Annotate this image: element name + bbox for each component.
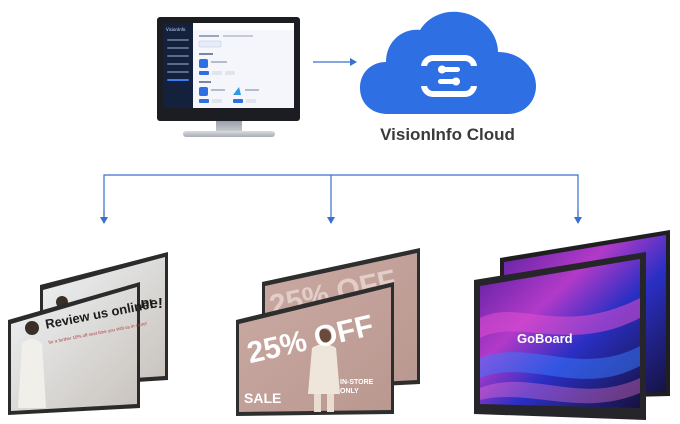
cloud-icon (360, 11, 536, 115)
display-group-right (474, 230, 670, 420)
middle-display-instore: IN-STORE ONLY (340, 379, 374, 395)
right-display-brand: GoBoard (517, 331, 573, 346)
middle-display-sale: SALE (244, 390, 282, 406)
cloud-title: VisionInfo Cloud (380, 125, 515, 144)
